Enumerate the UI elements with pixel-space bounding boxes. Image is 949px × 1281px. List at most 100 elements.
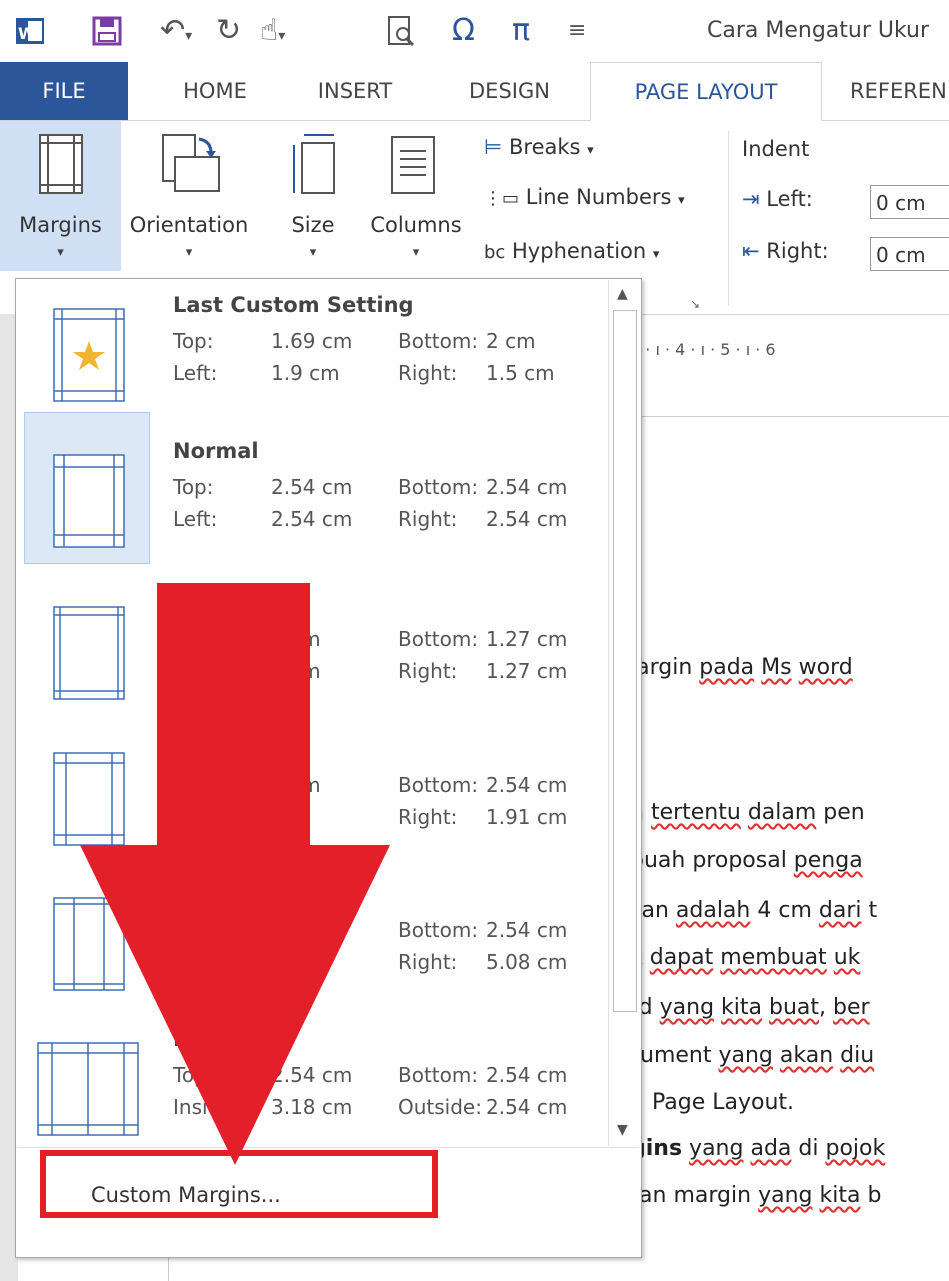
margins-label: Margins — [19, 213, 102, 237]
margin-label: Top: — [173, 475, 214, 499]
indent-left-input[interactable]: 0 cm — [870, 185, 949, 219]
margin-value: 2.54 cm — [486, 1095, 568, 1119]
document-word — [792, 655, 799, 680]
document-word: yang — [718, 1043, 773, 1068]
print-preview-icon[interactable] — [385, 14, 417, 56]
scroll-thumb[interactable] — [613, 310, 637, 1012]
hyphenation-label: Hyphenation — [512, 239, 647, 263]
document-word: Page Layout. — [652, 1090, 795, 1115]
scroll-up-icon[interactable]: ▲ — [617, 286, 628, 302]
document-word: ber — [833, 995, 870, 1020]
margin-value: 1.27 cm — [486, 659, 568, 683]
hyphenation-icon: bc — [484, 242, 506, 263]
margin-label: Left: — [173, 507, 218, 531]
pi-icon[interactable]: π — [512, 14, 530, 48]
annotation-arrow — [80, 583, 390, 1165]
orientation-button[interactable]: Orientation ▾ — [124, 121, 254, 271]
document-word: ada — [750, 1136, 792, 1161]
indent-right-input[interactable]: 0 cm — [870, 237, 949, 271]
document-line: k dapat membuat uk — [630, 945, 860, 970]
document-word: penga — [793, 848, 863, 873]
indent-left-row: ⇥ Left: — [742, 187, 813, 211]
dialog-launcher-icon[interactable]: ↘ — [690, 297, 700, 311]
size-button[interactable]: Size ▾ — [268, 121, 358, 271]
margin-label: Bottom: — [398, 918, 479, 942]
document-line: n tertentu dalam pen — [630, 800, 865, 825]
line-numbers-button[interactable]: ⋮▭ Line Numbers ▾ — [484, 185, 685, 209]
size-dropdown-arrow: ▾ — [309, 245, 317, 260]
indent-left-icon: ⇥ — [742, 187, 760, 211]
document-word: t — [861, 898, 878, 923]
indent-right-icon: ⇤ — [742, 239, 760, 263]
margin-option[interactable]: Normal Top: 2.54 cm Bottom: 2.54 cm Left: 2.54… — [16, 439, 606, 599]
tab-home[interactable]: HOME — [160, 62, 270, 120]
margins-button[interactable]: Margins ▾ — [0, 121, 121, 271]
size-label: Size — [291, 213, 335, 237]
orientation-dropdown-arrow: ▾ — [185, 245, 193, 260]
margin-value: 2.54 cm — [486, 773, 568, 797]
document-word: proposal — [685, 848, 794, 873]
document-word: tertentu — [650, 800, 741, 825]
margin-value: 2.54 cm — [486, 507, 568, 531]
margin-option-name: Last Custom Setting — [173, 293, 414, 317]
orientation-icon — [162, 134, 220, 192]
line-numbers-dropdown-arrow: ▾ — [678, 193, 685, 208]
document-word: kita — [721, 995, 763, 1020]
margin-option[interactable]: Last Custom Setting Top: 1.69 cm Bottom: 2 c… — [16, 293, 606, 453]
tab-insert[interactable]: INSERT — [300, 62, 410, 120]
document-word: dapat — [649, 945, 714, 970]
document-line: buah proposal penga — [630, 848, 863, 873]
indent-heading: Indent — [742, 137, 810, 161]
touch-mode-icon[interactable]: ☝▾ — [260, 14, 285, 53]
indent-left-label: Left: — [766, 187, 813, 211]
document-word — [669, 898, 676, 923]
title-bar: W ↶▾ ↻ ☝▾ Ω π ≡ Cara Mengatur Ukur — [0, 0, 949, 62]
document-word: ument — [640, 1043, 719, 1068]
tab-page-layout[interactable]: PAGE LAYOUT — [590, 62, 822, 122]
hyphenation-button[interactable]: bc Hyphenation ▾ — [484, 239, 659, 263]
margin-value: 1.9 cm — [271, 361, 340, 385]
columns-button[interactable]: Columns ▾ — [360, 121, 472, 271]
document-word: diu — [840, 1043, 875, 1068]
margin-label: Bottom: — [398, 773, 479, 797]
margin-label: Right: — [398, 659, 458, 683]
group-divider — [728, 131, 729, 306]
document-line: ument yang akan diu — [640, 1043, 874, 1068]
columns-dropdown-arrow: ▾ — [412, 245, 420, 260]
tab-file[interactable]: FILE — [0, 62, 128, 120]
document-word: kita — [819, 1183, 861, 1208]
custom-margin-thumb-icon — [53, 308, 125, 402]
svg-text:W: W — [18, 24, 36, 43]
tab-design[interactable]: DESIGN — [452, 62, 567, 120]
margin-option-name: Normal — [173, 439, 259, 463]
breaks-label: Breaks — [508, 135, 581, 159]
document-word: Ms — [761, 655, 792, 680]
menu-scrollbar[interactable]: ▲ ▼ — [608, 280, 639, 1146]
document-word: dalam — [747, 800, 817, 825]
omega-icon[interactable]: Ω — [452, 14, 475, 48]
save-icon[interactable] — [90, 14, 124, 56]
page-edge — [630, 416, 949, 417]
ribbon-tabs: FILE HOME INSERT DESIGN PAGE LAYOUT REFE… — [0, 62, 949, 122]
scroll-down-icon[interactable]: ▼ — [617, 1122, 628, 1138]
customize-icon[interactable]: ≡ — [568, 14, 586, 48]
columns-icon — [391, 136, 435, 194]
margin-value: 2.54 cm — [486, 918, 568, 942]
document-word — [827, 945, 834, 970]
margin-label: Bottom: — [398, 1063, 479, 1087]
undo-icon[interactable]: ↶▾ — [160, 14, 192, 53]
line-numbers-icon: ⋮▭ — [484, 188, 520, 209]
tab-references[interactable]: REFEREN — [850, 62, 949, 120]
line-numbers-label: Line Numbers — [525, 185, 672, 209]
breaks-button[interactable]: ⊨ Breaks ▾ — [484, 135, 594, 159]
margin-value: 2 cm — [486, 329, 536, 353]
breaks-dropdown-arrow: ▾ — [587, 143, 594, 158]
columns-label: Columns — [370, 213, 462, 237]
document-word: pada — [699, 655, 755, 680]
margins-icon — [39, 134, 83, 194]
redo-icon[interactable]: ↻ — [216, 14, 241, 48]
document-word: pen — [816, 800, 865, 825]
margin-value: 1.69 cm — [271, 329, 353, 353]
margin-value: 2.54 cm — [271, 475, 353, 499]
document-word — [741, 800, 748, 825]
